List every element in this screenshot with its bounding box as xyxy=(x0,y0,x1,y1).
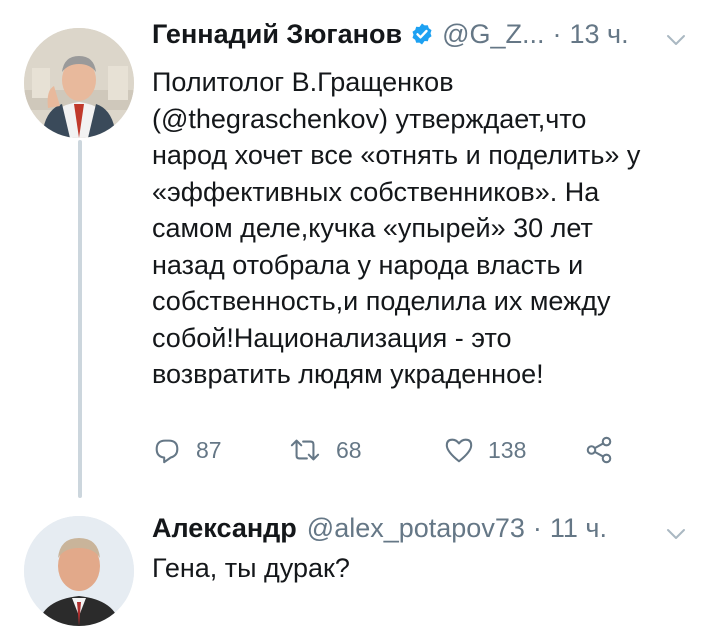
retweet-count: 68 xyxy=(336,436,362,463)
reply-author-handle[interactable]: @alex_potapov73 xyxy=(307,513,525,544)
reply-button[interactable]: 87 xyxy=(152,430,222,470)
tweet-text-line: возвратить людям украденное! xyxy=(152,359,544,389)
author-name[interactable]: Геннадий Зюганов xyxy=(152,19,402,50)
reply-header: Александр @alex_potapov73 · 11 ч. xyxy=(152,508,607,548)
separator-dot: · xyxy=(532,512,542,543)
author-avatar[interactable] xyxy=(24,28,134,138)
share-button[interactable] xyxy=(584,430,614,470)
tweet-text-line: Политолог В.Гращенков xyxy=(152,67,454,97)
separator-dot: · xyxy=(552,18,562,49)
author-handle[interactable]: @G_Z... xyxy=(442,19,544,50)
chevron-down-icon[interactable] xyxy=(666,527,686,541)
heart-icon xyxy=(444,435,474,465)
tweet-text-line: собственность,и поделила их между xyxy=(152,286,611,316)
share-icon xyxy=(584,435,614,465)
reply-author-name[interactable]: Александр xyxy=(152,513,297,544)
tweet-text: Политолог В.Гращенков (@thegraschenkov) … xyxy=(152,64,712,393)
thread-connector-line xyxy=(78,140,82,498)
retweet-icon xyxy=(288,435,322,465)
tweet-text-line: (@thegraschenkov) утверждает,что xyxy=(152,103,587,134)
tweet-text-line: народ хочет все «отнять и поделить» у xyxy=(152,140,641,170)
reply-timestamp[interactable]: 11 ч. xyxy=(550,513,607,544)
tweet-text-line: «эффективных собственников». На xyxy=(152,176,600,207)
chevron-down-icon[interactable] xyxy=(666,33,686,47)
tweet-actions: 87 68 138 xyxy=(152,430,632,470)
reply-icon xyxy=(152,435,182,465)
like-count: 138 xyxy=(488,436,527,463)
reply-text: Гена, ты дурак? xyxy=(152,553,350,583)
reply-author-avatar[interactable] xyxy=(24,516,134,626)
like-button[interactable]: 138 xyxy=(444,430,526,470)
reply-count: 87 xyxy=(196,436,222,463)
tweet-text-line: самом деле,кучка «упырей» 30 лет xyxy=(152,213,593,243)
tweet-timestamp[interactable]: 13 ч. xyxy=(570,19,629,50)
verified-badge-icon xyxy=(410,22,434,46)
tweet-text-line: собой!Национализация - это xyxy=(152,322,512,353)
tweet-text-line: назад отобрала у народа власть и xyxy=(152,249,584,280)
tweet-header: Геннадий Зюганов @G_Z... · 13 ч. xyxy=(152,14,629,54)
retweet-button[interactable]: 68 xyxy=(288,430,362,470)
